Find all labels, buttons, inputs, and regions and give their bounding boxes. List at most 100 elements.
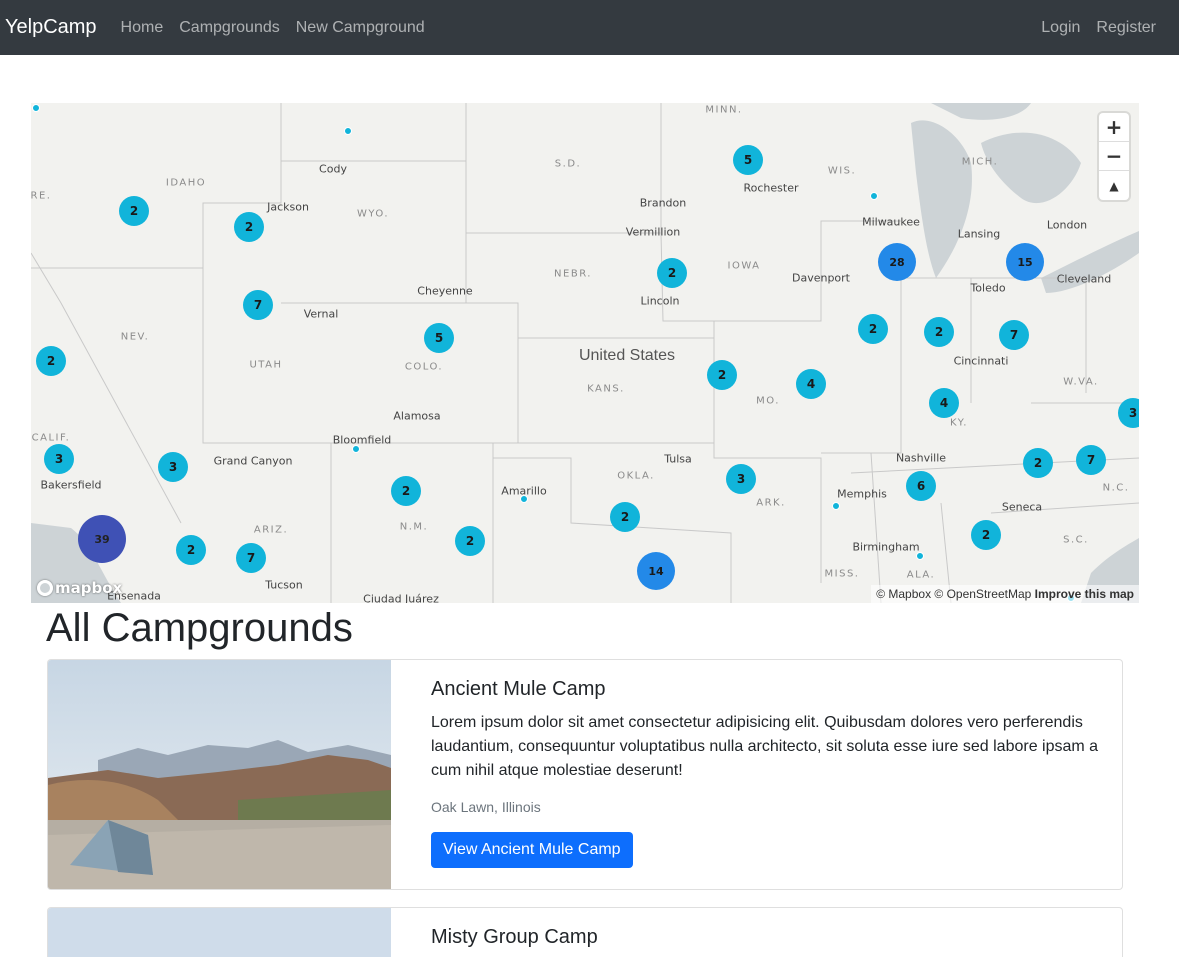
map-city-label: Tulsa [664,452,692,466]
map-cluster-marker[interactable]: 6 [906,471,936,501]
map-city-label: Amarillo [501,484,547,498]
map-state-label: MO. [756,395,780,407]
map-cluster-marker[interactable]: 2 [610,502,640,532]
map-point-marker[interactable] [870,192,878,200]
map-city-label: Lincoln [640,294,680,308]
compass-button[interactable]: ▲ [1099,171,1129,200]
map-state-label: N.M. [399,521,429,533]
map-city-label: Milwaukee [862,215,920,229]
mapbox-logo-icon [37,580,53,596]
map-cluster-marker[interactable]: 2 [391,476,421,506]
map-cluster-marker[interactable]: 2 [119,196,149,226]
map-cluster-marker[interactable]: 2 [36,346,66,376]
map-city-label: Toledo [970,281,1006,295]
campground-image [48,660,391,889]
map-state-label: S.D. [554,158,582,170]
nav-home-link[interactable]: Home [113,19,172,37]
map-city-label: Rochester [743,181,799,195]
map-cluster-marker[interactable]: 5 [424,323,454,353]
map-state-label: MICH. [961,156,999,168]
view-campground-button[interactable]: View Ancient Mule Camp [431,832,633,868]
map-state-label: CALIF. [31,432,71,444]
map-attribution: © Mapbox © OpenStreetMap Improve this ma… [871,585,1139,603]
map-state-label: ARIZ. [253,524,289,536]
map-state-label: WIS. [827,165,857,177]
map-city-label: Lansing [957,227,1001,241]
improve-map-link[interactable]: Improve this map [1035,587,1134,601]
map-cluster-marker[interactable]: 2 [1023,448,1053,478]
map-state-label: COLO. [404,361,444,373]
map-point-marker[interactable] [344,127,352,135]
map-city-label: Cincinnati [953,354,1009,368]
attribution-text: © Mapbox © OpenStreetMap [876,587,1032,601]
map-country-label: United States [578,347,676,364]
nav-register-link[interactable]: Register [1088,19,1164,37]
map-state-label: ALA. [906,569,936,581]
nav-new-campground-link[interactable]: New Campground [288,19,433,37]
cluster-map[interactable]: 2 2 5 28 15 2 7 5 2 2 2 7 2 4 4 3 3 3 2 3 6 2 7 39 2 7 2 2 14 2 IDAHO W… [31,103,1139,603]
nav-campgrounds-link[interactable]: Campgrounds [171,19,288,37]
map-city-label: Tucson [265,578,303,592]
map-state-label: S.C. [1063,534,1089,546]
map-cluster-marker[interactable]: 2 [707,360,737,390]
map-state-label: IDAHO [165,177,207,189]
brand-link[interactable]: YelpCamp [5,16,97,39]
map-cluster-marker[interactable]: 2 [234,212,264,242]
map-state-label: MINN. [705,104,743,116]
map-state-label: W.VA. [1063,376,1099,388]
campground-location: Oak Lawn, Illinois [431,799,541,815]
lake-michigan-shape [911,120,972,278]
map-cluster-marker[interactable]: 15 [1006,243,1044,281]
map-state-label: KANS. [587,383,625,395]
nav-links: Home Campgrounds New Campground [113,19,433,37]
map-navigation-control: + − ▲ [1099,113,1129,200]
map-cluster-marker[interactable]: 7 [1076,445,1106,475]
map-city-label: Seneca [1001,500,1043,514]
map-cluster-marker[interactable]: 2 [657,258,687,288]
map-cluster-marker[interactable]: 3 [158,452,188,482]
nav-auth-links: Login Register [1033,19,1164,37]
map-cluster-marker[interactable]: 39 [78,515,126,563]
map-city-label: London [1046,218,1088,232]
map-point-marker[interactable] [32,104,40,112]
nav-login-link[interactable]: Login [1033,19,1088,37]
map-cluster-marker[interactable]: 4 [796,369,826,399]
map-cluster-marker[interactable]: 4 [929,388,959,418]
map-city-label: Vernal [303,307,339,321]
map-cluster-marker[interactable]: 3 [726,464,756,494]
zoom-in-button[interactable]: + [1099,113,1129,142]
map-cluster-marker[interactable]: 2 [971,520,1001,550]
map-city-label: Davenport [791,271,851,285]
map-state-label: IOWA [727,260,761,272]
map-state-label: NEV. [120,331,150,343]
map-city-label: Bakersfield [40,478,102,492]
lake-huron-shape [981,132,1081,204]
map-city-label: Cheyenne [417,284,473,298]
map-city-label: Brandon [639,196,687,210]
map-state-label: RE. [31,190,52,202]
campground-card: Ancient Mule Camp Lorem ipsum dolor sit … [47,659,1123,890]
map-state-label: WYO. [356,208,390,220]
map-cluster-marker[interactable]: 7 [243,290,273,320]
map-cluster-marker[interactable]: 5 [733,145,763,175]
campground-card-body: Misty Group Camp [391,908,618,957]
map-cluster-marker[interactable]: 14 [637,552,675,590]
map-point-marker[interactable] [832,502,840,510]
campground-title: Misty Group Camp [431,926,598,948]
map-cluster-marker[interactable]: 2 [176,535,206,565]
map-state-label: OKLA. [617,470,655,482]
map-cluster-marker[interactable]: 7 [999,320,1029,350]
campground-card-body: Ancient Mule Camp Lorem ipsum dolor sit … [391,660,1122,889]
mapbox-logo[interactable]: mapbox [37,579,122,597]
map-city-label: Memphis [837,487,887,501]
map-cluster-marker[interactable]: 2 [858,314,888,344]
zoom-out-button[interactable]: − [1099,142,1129,171]
map-cluster-marker[interactable]: 28 [878,243,916,281]
lake-superior-shape [931,103,1031,120]
map-city-label: Nashville [895,451,947,465]
map-cluster-marker[interactable]: 2 [924,317,954,347]
map-cluster-marker[interactable]: 3 [44,444,74,474]
map-cluster-marker[interactable]: 2 [455,526,485,556]
map-cluster-marker[interactable]: 7 [236,543,266,573]
map-city-label: Cleveland [1056,272,1112,286]
